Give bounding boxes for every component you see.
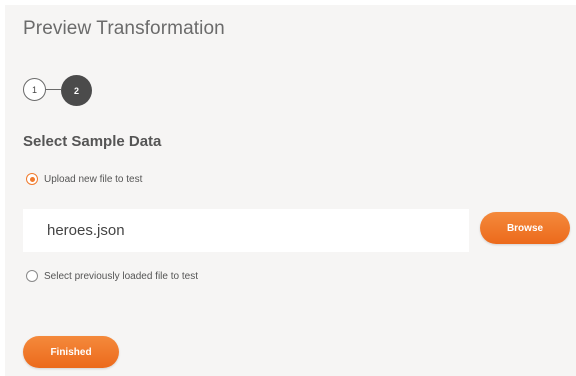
upload-new-file-option[interactable]: Upload new file to test <box>26 173 142 185</box>
upload-new-file-label: Upload new file to test <box>44 173 143 185</box>
section-title: Select Sample Data <box>23 133 162 150</box>
upload-new-file-radio[interactable] <box>26 173 38 185</box>
step-1-label: 1 <box>31 84 37 95</box>
step-2-label: 2 <box>73 85 79 96</box>
stepper: 1 2 <box>23 75 103 107</box>
step-1-indicator[interactable]: 1 <box>23 78 46 101</box>
preview-transformation-panel: Preview Transformation 1 2 Select Sample… <box>5 5 576 376</box>
browse-button[interactable]: Browse <box>480 212 570 244</box>
previous-file-radio[interactable] <box>26 270 38 282</box>
finished-button[interactable]: Finished <box>23 336 119 368</box>
step-connector <box>46 89 61 90</box>
page-title: Preview Transformation <box>23 18 225 39</box>
previous-file-option[interactable]: Select previously loaded file to test <box>26 270 198 282</box>
file-name-input[interactable] <box>23 209 469 252</box>
previous-file-label: Select previously loaded file to test <box>44 270 198 282</box>
step-2-indicator[interactable]: 2 <box>61 75 92 106</box>
